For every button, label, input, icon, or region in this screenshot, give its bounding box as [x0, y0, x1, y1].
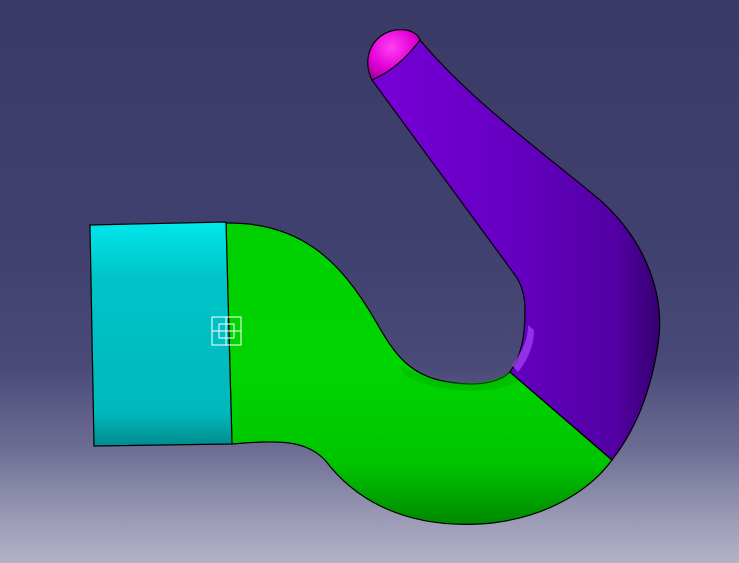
model-canvas[interactable]	[0, 0, 739, 563]
hook-shank-part[interactable]	[89, 221, 233, 447]
3d-viewport[interactable]	[0, 0, 739, 563]
